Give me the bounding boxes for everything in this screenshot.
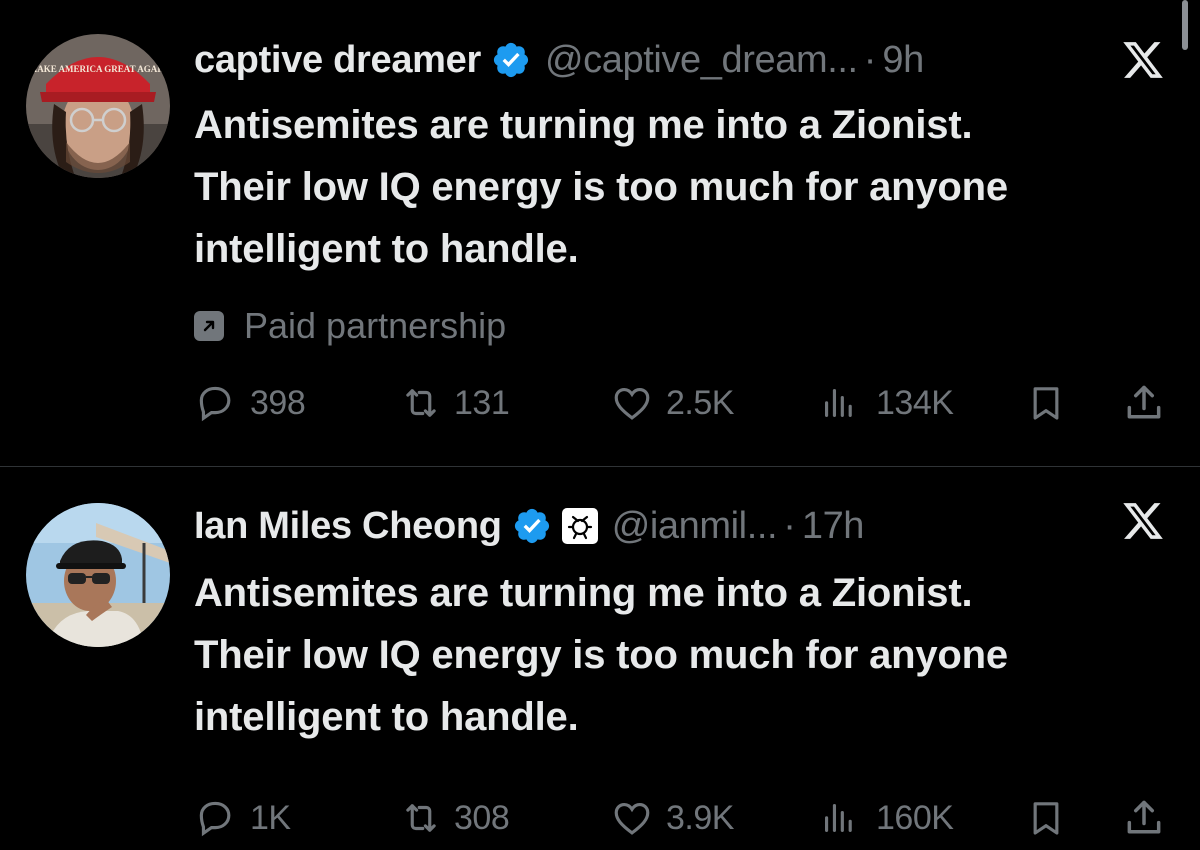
share-button[interactable] bbox=[1122, 793, 1166, 843]
tweet-text: Antisemites are turning me into a Zionis… bbox=[194, 94, 1184, 280]
avatar[interactable]: MAKE AMERICA GREAT AGAIN bbox=[26, 34, 170, 178]
reply-button[interactable]: 398 bbox=[194, 378, 306, 428]
reply-count: 1K bbox=[250, 798, 291, 837]
paid-partnership-icon bbox=[194, 311, 224, 341]
share-icon bbox=[1122, 381, 1166, 425]
bookmark-button[interactable] bbox=[1026, 793, 1066, 843]
tweet-text-line: Their low IQ energy is too much for anyo… bbox=[194, 633, 1008, 677]
tweet-header: Ian Miles Cheong @ianmil... · 17h bbox=[194, 498, 864, 554]
paid-partnership-label[interactable]: Paid partnership bbox=[194, 305, 506, 347]
tweet-text-line: intelligent to handle. bbox=[194, 227, 579, 271]
display-name[interactable]: captive dreamer bbox=[194, 39, 481, 82]
repost-count: 308 bbox=[454, 798, 510, 837]
tweet-text-line: intelligent to handle. bbox=[194, 695, 579, 739]
like-button[interactable]: 3.9K bbox=[610, 793, 734, 843]
tweet-captive-dreamer[interactable]: MAKE AMERICA GREAT AGAIN captive dreamer… bbox=[0, 0, 1200, 466]
tweet-text-line: Antisemites are turning me into a Zionis… bbox=[194, 103, 973, 147]
like-count: 2.5K bbox=[666, 383, 734, 422]
share-icon bbox=[1122, 796, 1166, 840]
tweet-actions: 398 131 2.5K 134K bbox=[0, 378, 1200, 428]
tweet-timestamp[interactable]: 9h bbox=[882, 39, 924, 82]
x-logo-icon bbox=[1120, 38, 1166, 82]
views-button[interactable]: 134K bbox=[818, 378, 954, 428]
bookmark-icon bbox=[1026, 796, 1066, 840]
tweet-header: captive dreamer @captive_dream... · 9h bbox=[194, 32, 924, 88]
reply-button[interactable]: 1K bbox=[194, 793, 291, 843]
user-handle[interactable]: @ianmil... bbox=[612, 505, 778, 548]
like-icon bbox=[610, 797, 654, 839]
tweet-timestamp[interactable]: 17h bbox=[802, 505, 865, 548]
tweet-text: Antisemites are turning me into a Zionis… bbox=[194, 562, 1184, 748]
repost-icon bbox=[398, 382, 444, 424]
user-handle[interactable]: @captive_dream... bbox=[545, 39, 858, 82]
repost-icon bbox=[398, 797, 444, 839]
separator-dot: · bbox=[863, 38, 877, 81]
repost-count: 131 bbox=[454, 383, 510, 422]
views-count: 160K bbox=[876, 798, 954, 837]
tweet-text-line: Their low IQ energy is too much for anyo… bbox=[194, 165, 1008, 209]
reply-count: 398 bbox=[250, 383, 306, 422]
views-icon bbox=[818, 382, 860, 424]
like-icon bbox=[610, 382, 654, 424]
views-icon bbox=[818, 797, 860, 839]
repost-button[interactable]: 131 bbox=[398, 378, 510, 428]
like-count: 3.9K bbox=[666, 798, 734, 837]
share-button[interactable] bbox=[1122, 378, 1166, 428]
like-button[interactable]: 2.5K bbox=[610, 378, 734, 428]
separator-dot: · bbox=[783, 504, 796, 547]
bookmark-button[interactable] bbox=[1026, 378, 1066, 428]
affiliation-badge-icon[interactable] bbox=[561, 508, 598, 544]
tweet-text-line: Antisemites are turning me into a Zionis… bbox=[194, 571, 973, 615]
repost-button[interactable]: 308 bbox=[398, 793, 510, 843]
avatar[interactable] bbox=[26, 503, 170, 647]
svg-text:MAKE AMERICA GREAT AGAIN: MAKE AMERICA GREAT AGAIN bbox=[29, 64, 168, 74]
tweet-ian-miles-cheong[interactable]: Ian Miles Cheong @ianmil... · 17h Antise… bbox=[0, 467, 1200, 850]
bookmark-icon bbox=[1026, 381, 1066, 425]
display-name[interactable]: Ian Miles Cheong bbox=[194, 505, 502, 548]
x-logo-icon bbox=[1120, 499, 1166, 543]
views-count: 134K bbox=[876, 383, 954, 422]
verified-badge-icon[interactable] bbox=[512, 506, 552, 546]
reply-icon bbox=[194, 382, 236, 424]
views-button[interactable]: 160K bbox=[818, 793, 954, 843]
verified-badge-icon[interactable] bbox=[491, 40, 531, 80]
tweet-actions: 1K 308 3.9K 160K bbox=[0, 793, 1200, 843]
reply-icon bbox=[194, 797, 236, 839]
paid-partnership-text: Paid partnership bbox=[244, 305, 507, 346]
